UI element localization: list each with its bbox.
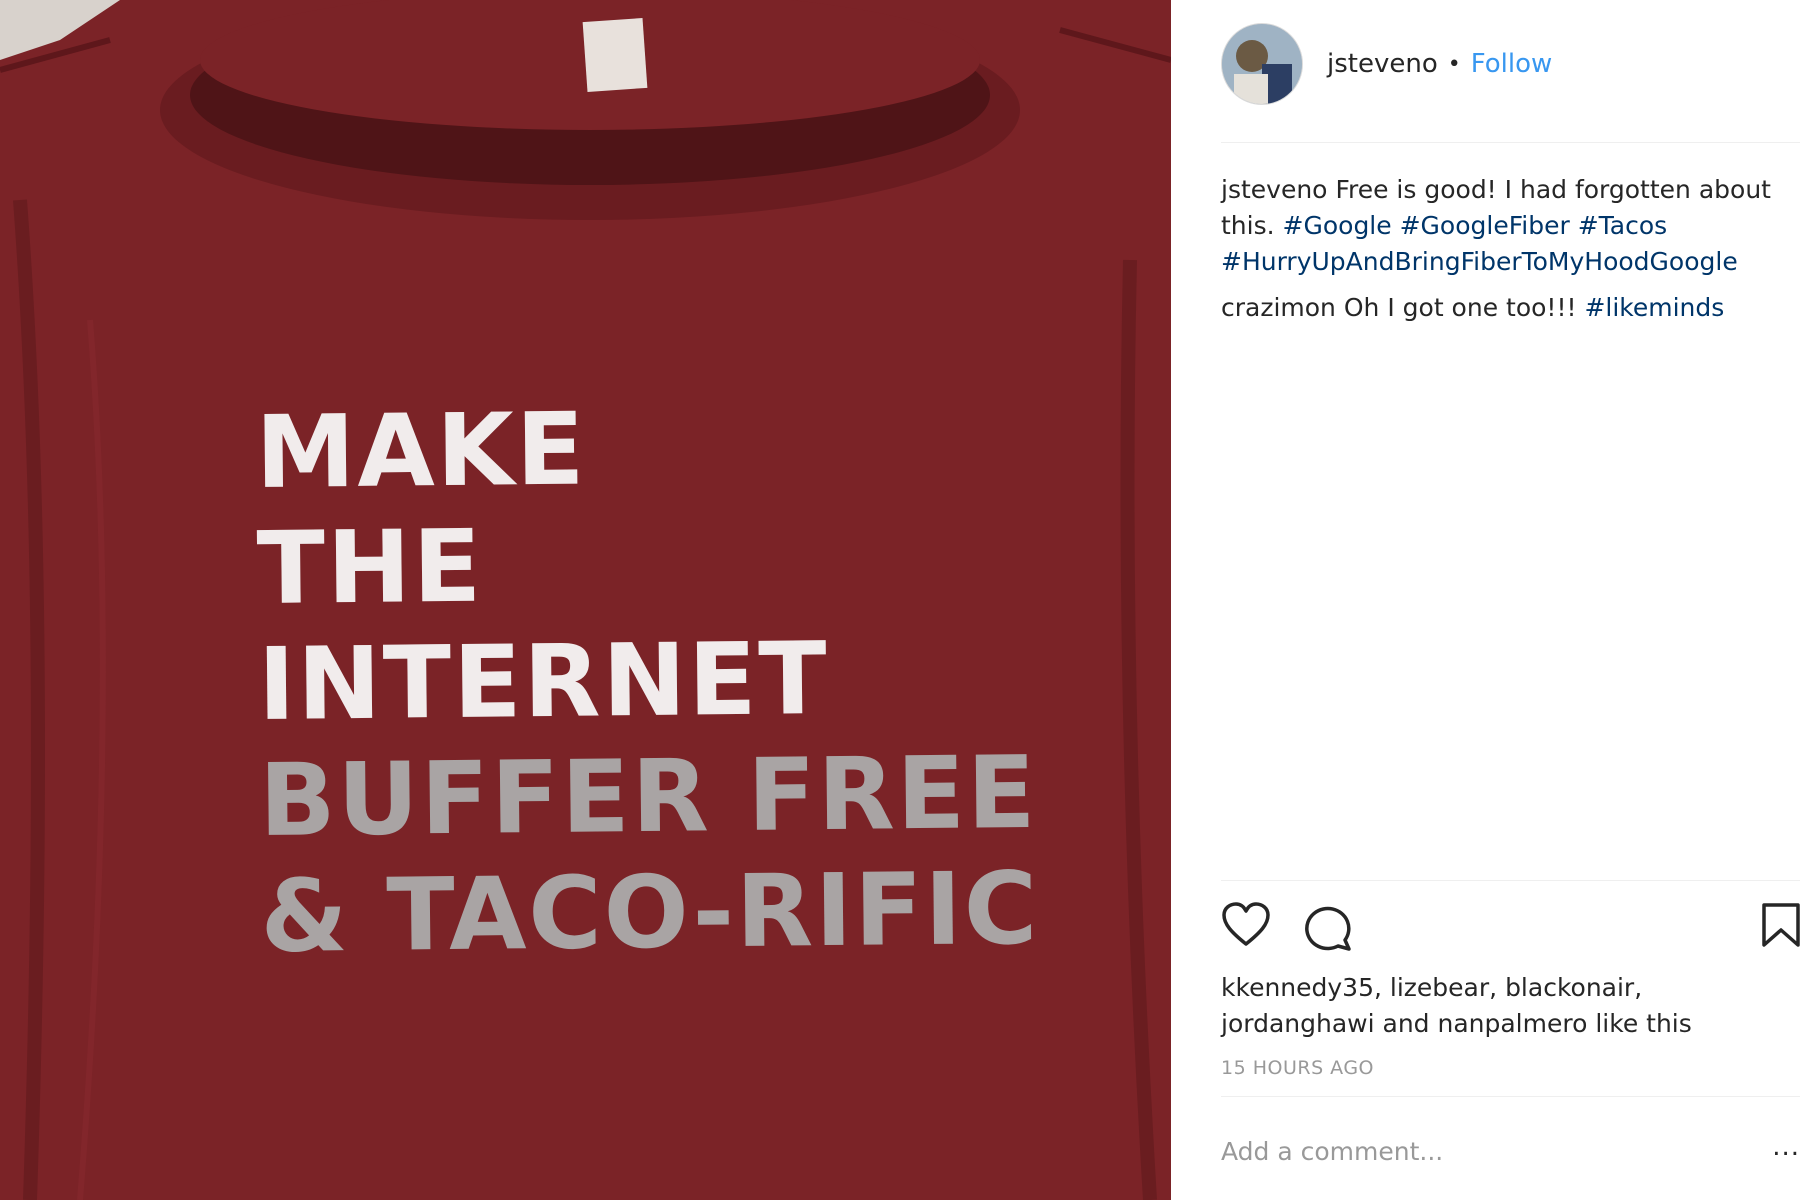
shirt-line: INTERNET	[257, 620, 830, 743]
comment: crazimon Oh I got one too!!! #likeminds	[1221, 290, 1796, 326]
hashtag-link[interactable]: #GoogleFiber	[1400, 211, 1570, 240]
comment-username[interactable]: jsteveno	[1221, 175, 1327, 204]
post-header: jsteveno • Follow	[1221, 23, 1553, 105]
avatar-image	[1222, 24, 1302, 104]
shirt-line: & TACO-RIFIC	[259, 849, 1040, 975]
comment: jsteveno Free is good! I had forgotten a…	[1221, 172, 1796, 280]
separator-dot: •	[1447, 51, 1461, 77]
comments-list: jsteveno Free is good! I had forgotten a…	[1221, 172, 1796, 336]
bookmark-icon[interactable]	[1761, 902, 1800, 952]
likes-summary: kkennedy35, lizebear, blackonair, jordan…	[1221, 973, 1692, 1038]
hashtag-link[interactable]: #HurryUpAndBringFiberToMyHoodGoogle	[1221, 247, 1738, 276]
likes-suffix: like this	[1595, 1009, 1692, 1038]
hashtag-link[interactable]: #likeminds	[1584, 293, 1724, 322]
like-user-link[interactable]: lizebear	[1390, 973, 1489, 1002]
shirt-line: MAKE	[254, 390, 587, 511]
follow-button[interactable]: Follow	[1471, 49, 1553, 79]
like-user-link[interactable]: blackonair	[1505, 973, 1634, 1002]
post-photo: MAKE THE INTERNET BUFFER FREE & TACO-RIF…	[0, 0, 1171, 1200]
action-bar	[1221, 902, 1800, 952]
divider	[1221, 880, 1800, 881]
divider	[1221, 142, 1800, 143]
username-link[interactable]: jsteveno	[1327, 49, 1438, 79]
like-user-link[interactable]: nanpalmero	[1437, 1009, 1587, 1038]
shirt-line: BUFFER FREE	[258, 733, 1038, 859]
comment-bubble-icon[interactable]	[1305, 902, 1355, 956]
like-user-link[interactable]: jordanghawi	[1221, 1009, 1375, 1038]
hashtag-link[interactable]: #Google	[1283, 211, 1392, 240]
divider	[1221, 1096, 1800, 1097]
avatar[interactable]	[1221, 23, 1303, 105]
post-side-panel: jsteveno • Follow jsteveno Free is good!…	[1171, 0, 1800, 1200]
comment-username[interactable]: crazimon	[1221, 293, 1336, 322]
like-user-link[interactable]: kkennedy35	[1221, 973, 1374, 1002]
heart-icon[interactable]	[1221, 902, 1271, 952]
add-comment-input[interactable]: Add a comment...	[1221, 1137, 1443, 1166]
comment-text: Oh I got one too!!!	[1343, 293, 1577, 322]
shirt-line: THE	[256, 507, 484, 627]
more-options-button[interactable]: ...	[1772, 1132, 1800, 1162]
post-timestamp[interactable]: 15 HOURS AGO	[1221, 1057, 1374, 1079]
shirt-print: MAKE THE INTERNET BUFFER FREE & TACO-RIF…	[255, 387, 1040, 975]
hashtag-link[interactable]: #Tacos	[1578, 211, 1667, 240]
